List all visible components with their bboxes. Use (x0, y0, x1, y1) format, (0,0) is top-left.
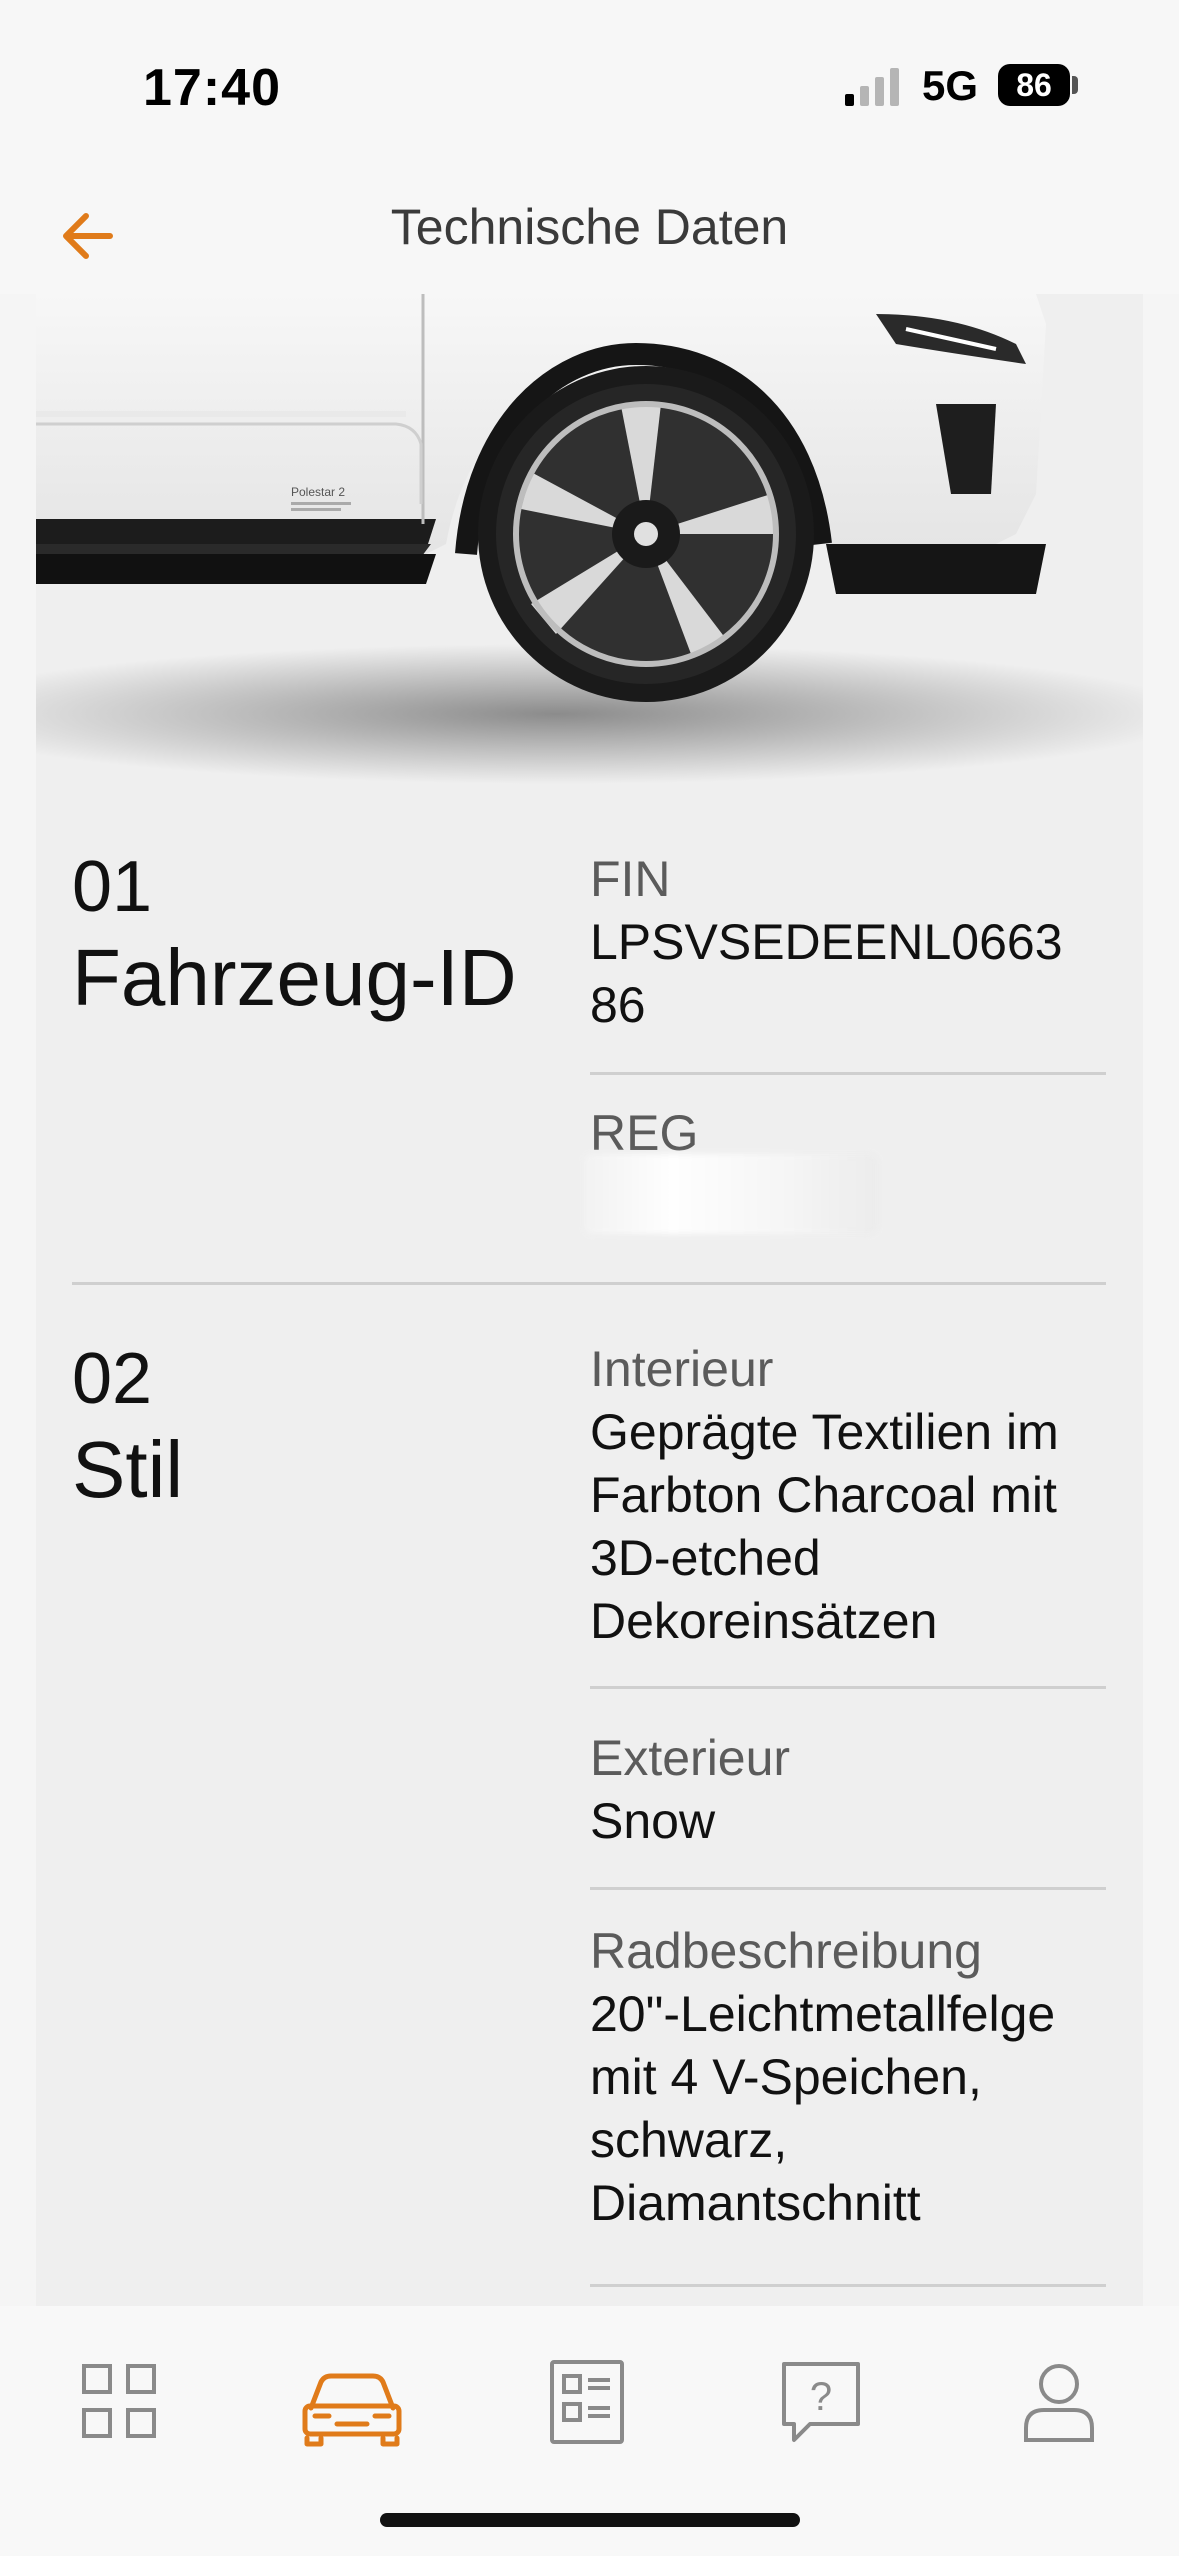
divider (590, 1686, 1106, 1689)
car-icon[interactable] (297, 2346, 407, 2456)
grid-icon[interactable] (64, 2346, 174, 2456)
field-value-wheels-line: 20"-Leichtmetallfelge (590, 1986, 1056, 2042)
car-badge: Polestar 2 (291, 485, 345, 499)
profile-icon[interactable] (1004, 2346, 1114, 2456)
field-value-wheels-line: mit 4 V-Speichen, (590, 2049, 982, 2105)
divider (590, 2284, 1106, 2287)
field-value-interior-line: Geprägte Textilien im (590, 1404, 1059, 1460)
field-value-wheels-line: Diamantschnitt (590, 2175, 921, 2231)
redacted-registration (584, 1154, 878, 1234)
field-label-interior: Interieur (590, 1341, 774, 1397)
section-divider (72, 1282, 1106, 1285)
field-value-interior-line: Farbton Charcoal mit (590, 1467, 1057, 1523)
field-label-vin: FIN (590, 851, 671, 907)
field-value-exterior: Snow (590, 1793, 716, 1849)
section-number: 01 (72, 847, 153, 927)
svg-text:?: ? (810, 2375, 832, 2419)
field-label-exterior: Exterieur (590, 1730, 791, 1786)
field-label-wheels: Radbeschreibung (590, 1923, 982, 1979)
page-title: Technische Daten (390, 199, 789, 255)
status-bar: 17:40 5G 86 (0, 0, 1179, 170)
status-time: 17:40 (143, 59, 281, 117)
divider (590, 1887, 1106, 1890)
field-value-interior-line: Dekoreinsätzen (590, 1593, 938, 1649)
divider (590, 1072, 1106, 1075)
section-title-style: Stil (72, 1425, 184, 1514)
field-value-interior-line: 3D-etched (590, 1530, 821, 1586)
field-value-vin-line1: LPSVSEDEENL0663 (590, 914, 1063, 970)
field-value-wheels-line: schwarz, (590, 2112, 788, 2168)
section-title-vehicle-id: Fahrzeug-ID (72, 933, 517, 1022)
battery-icon: 86 (998, 64, 1070, 106)
nav-header: Technische Daten (0, 170, 1179, 294)
car-image: Polestar 2 (36, 294, 1143, 814)
section-number: 02 (72, 1339, 153, 1419)
home-indicator[interactable] (380, 2513, 800, 2527)
help-icon[interactable]: ? (766, 2346, 876, 2456)
content-panel: Polestar 2 01 Fahrzeug-ID FIN LPSVSEDEEN… (36, 294, 1143, 2306)
field-value-vin-line2: 86 (590, 977, 646, 1033)
document-icon[interactable] (532, 2346, 642, 2456)
battery-nub (1072, 76, 1078, 94)
network-type: 5G (922, 62, 979, 109)
cellular-signal-icon (845, 68, 899, 106)
